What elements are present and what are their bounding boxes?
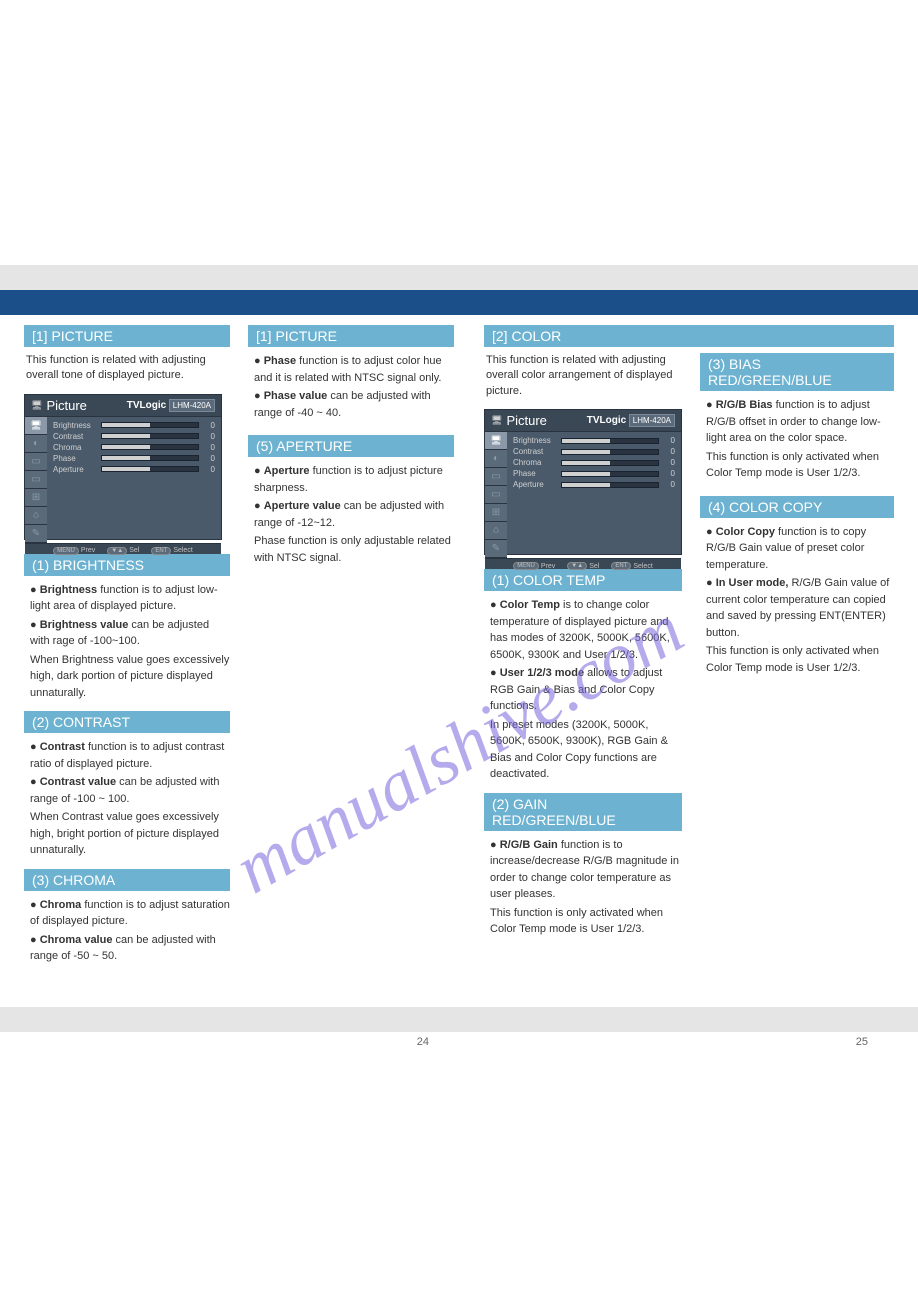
section-header: (1) BRIGHTNESS (24, 554, 230, 576)
bullet-group: ● Phase function is to adjust color hue … (248, 353, 454, 421)
pip-icon[interactable] (485, 504, 507, 522)
box-icon[interactable] (25, 453, 47, 471)
osd-row[interactable]: Phase0 (513, 469, 675, 478)
section-header: (1) COLOR TEMP (484, 569, 682, 591)
left-inner-col: This function is related with adjusting … (24, 353, 230, 967)
section-header: (2) GAIN RED/GREEN/BLUE (484, 793, 682, 831)
osd-brand: TVLogic (587, 415, 626, 426)
osd-header: Picture TVLogic LHM-420A (485, 410, 681, 432)
bullet-group: ● Color Copy function is to copy R/G/B G… (700, 524, 894, 677)
pip-icon[interactable] (25, 489, 47, 507)
section-header: [2] COLOR (484, 325, 894, 347)
right-inner-col-1: This function is related with adjusting … (484, 353, 682, 940)
controller-icon[interactable] (485, 522, 507, 540)
osd-title: Picture (46, 398, 86, 413)
gray-band-bottom (0, 1007, 918, 1032)
document-page: [1] PICTURE [1] PICTURE This function is… (0, 0, 918, 1292)
osd-sidebar (485, 432, 507, 558)
page-num-right: 25 (459, 1036, 878, 1048)
osd-panel: Picture TVLogic LHM-420A (484, 409, 682, 555)
section-header: (3) BIAS RED/GREEN/BLUE (700, 353, 894, 391)
page-num-left: 24 (40, 1036, 459, 1048)
osd-row[interactable]: Aperture0 (513, 480, 675, 489)
bullet-group: ● Chroma function is to adjust saturatio… (24, 897, 230, 965)
osd-panel: Picture TVLogic LHM-420A (24, 394, 222, 540)
monitor-icon[interactable] (25, 417, 47, 435)
blue-band (0, 290, 918, 315)
controller-icon[interactable] (25, 507, 47, 525)
bullet-group: ● Color Temp is to change color temperat… (484, 597, 682, 783)
osd-title: Picture (506, 413, 546, 428)
bottom-whitespace (0, 1052, 918, 1292)
bullet-group: ● Contrast function is to adjust contras… (24, 739, 230, 859)
osd-row[interactable]: Contrast0 (53, 432, 215, 441)
color-icon[interactable] (485, 450, 507, 468)
color-icon[interactable] (25, 435, 47, 453)
monitor-icon[interactable] (485, 432, 507, 450)
top-whitespace (0, 0, 918, 265)
osd-model: LHM-420A (629, 414, 675, 427)
osd-sidebar (25, 417, 47, 543)
osd-rows: Brightness0 Contrast0 Chroma0 Phase0 Ape… (47, 417, 221, 543)
section-header: (4) COLOR COPY (700, 496, 894, 518)
bullet-group: ● Brightness function is to adjust low-l… (24, 582, 230, 702)
section-header: [1] PICTURE (24, 325, 230, 347)
bullet-group: ● Aperture function is to adjust picture… (248, 463, 454, 566)
bullet-group: ● R/G/B Bias function is to adjust R/G/B… (700, 397, 894, 482)
picture-desc: This function is related with adjusting … (24, 353, 230, 384)
osd-header: Picture TVLogic LHM-420A (25, 395, 221, 417)
section-header: (3) CHROMA (24, 869, 230, 891)
osd-rows: Brightness0 Contrast0 Chroma0 Phase0 Ape… (507, 432, 681, 558)
main-content: [1] PICTURE [1] PICTURE This function is… (0, 315, 918, 1007)
osd-row[interactable]: Chroma0 (513, 458, 675, 467)
monitor-icon (31, 400, 42, 411)
osd-row[interactable]: Chroma0 (53, 443, 215, 452)
section-header: (2) CONTRAST (24, 711, 230, 733)
left-inner-col-2: (4) PHASE ● Phase function is to adjust … (248, 353, 454, 967)
left-page: [1] PICTURE [1] PICTURE This function is… (24, 325, 454, 967)
osd-row[interactable]: Contrast0 (513, 447, 675, 456)
osd-row[interactable]: Brightness0 (53, 421, 215, 430)
osd-row[interactable]: Aperture0 (53, 465, 215, 474)
right-page: [2] COLOR This function is related with … (484, 325, 894, 967)
box-icon[interactable] (485, 468, 507, 486)
monitor-icon (491, 415, 502, 426)
gray-band-top (0, 265, 918, 290)
osd-model: LHM-420A (169, 399, 215, 412)
bullet-group: ● R/G/B Gain function is to increase/dec… (484, 837, 682, 938)
section-header: (5) APERTURE (248, 435, 454, 457)
osd-row[interactable]: Phase0 (53, 454, 215, 463)
color-desc: This function is related with adjusting … (484, 353, 682, 399)
page-numbers: 24 25 (0, 1032, 918, 1052)
screen-icon[interactable] (25, 471, 47, 489)
osd-row[interactable]: Brightness0 (513, 436, 675, 445)
settings-icon[interactable] (485, 540, 507, 558)
right-inner-col-2: (3) BIAS RED/GREEN/BLUE ● R/G/B Bias fun… (700, 353, 894, 940)
screen-icon[interactable] (485, 486, 507, 504)
settings-icon[interactable] (25, 525, 47, 543)
osd-brand: TVLogic (127, 400, 166, 411)
section-header: [1] PICTURE (248, 325, 454, 347)
